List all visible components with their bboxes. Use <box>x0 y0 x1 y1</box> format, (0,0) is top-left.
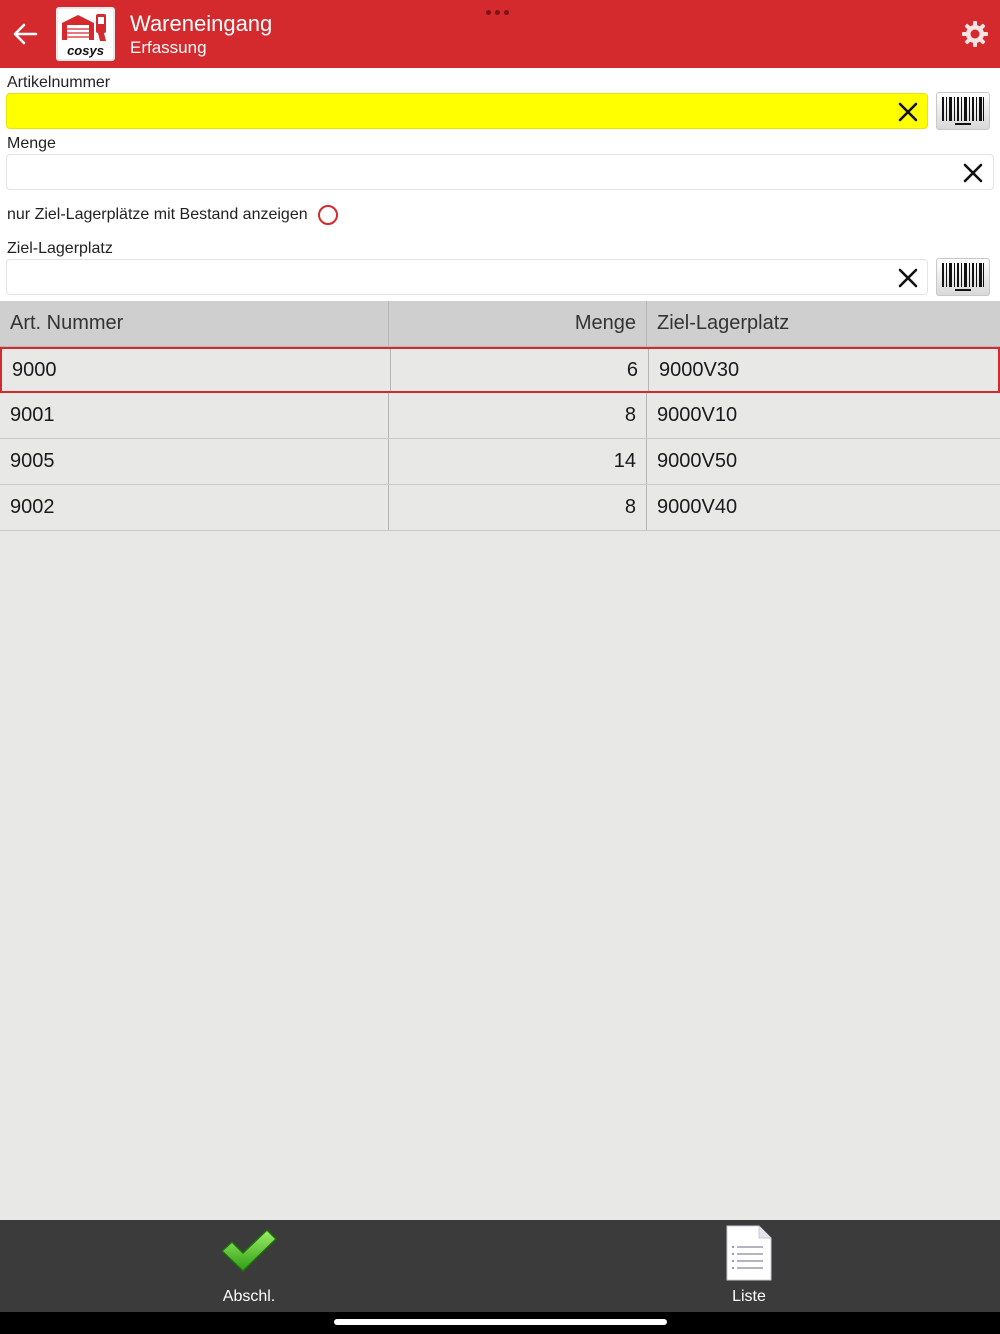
arrow-left-icon <box>13 23 38 45</box>
list-button[interactable]: Liste <box>649 1220 849 1312</box>
settings-button[interactable] <box>960 19 990 49</box>
checkmark-icon <box>221 1229 277 1272</box>
quantity-label: Menge <box>7 135 56 152</box>
home-indicator-area <box>0 1312 1000 1334</box>
cell-article: 9000 <box>2 349 391 391</box>
target-location-input[interactable] <box>7 260 927 294</box>
cell-quantity: 8 <box>389 393 647 438</box>
logo-text: cosys <box>67 43 104 58</box>
quantity-field <box>6 154 994 190</box>
barcode-icon <box>942 263 984 291</box>
close-icon <box>963 163 983 183</box>
page-title: Wareneingang <box>130 11 273 36</box>
cell-location: 9000V50 <box>657 450 738 472</box>
home-indicator[interactable] <box>334 1319 667 1325</box>
article-number-field <box>6 93 928 129</box>
article-number-clear-button[interactable] <box>895 99 921 125</box>
table-row[interactable]: 9001 8 9000V10 <box>0 393 1000 439</box>
cell-quantity: 14 <box>389 439 647 484</box>
window-handle-dots[interactable] <box>486 10 509 15</box>
document-list-icon <box>726 1225 772 1281</box>
cell-location: 9000V30 <box>659 358 740 381</box>
cell-article: 9005 <box>0 439 389 484</box>
cell-quantity: 6 <box>391 349 649 391</box>
table-header: Art. Nummer Menge Ziel-Lagerplatz <box>0 301 1000 347</box>
target-location-clear-button[interactable] <box>895 265 921 291</box>
column-header-location[interactable]: Ziel-Lagerplatz <box>647 301 1000 346</box>
gear-icon <box>962 21 988 47</box>
quantity-clear-button[interactable] <box>960 160 986 186</box>
cell-article: 9001 <box>0 393 389 438</box>
close-icon <box>898 102 918 122</box>
article-number-label: Artikelnummer <box>7 74 111 91</box>
column-header-quantity[interactable]: Menge <box>389 301 647 346</box>
cell-article: 9002 <box>0 485 389 530</box>
quantity-input[interactable] <box>7 155 993 189</box>
target-location-field <box>6 259 928 295</box>
barcode-icon <box>942 97 984 125</box>
table-row[interactable]: 9005 14 9000V50 <box>0 439 1000 485</box>
back-button[interactable] <box>10 20 40 48</box>
finish-button[interactable]: Abschl. <box>149 1220 349 1312</box>
app-logo: cosys <box>56 7 115 61</box>
table-row[interactable]: 9002 8 9000V40 <box>0 485 1000 531</box>
page-subtitle: Erfassung <box>130 38 207 57</box>
article-number-input[interactable] <box>7 94 927 128</box>
cell-location: 9000V40 <box>657 496 738 518</box>
items-table: Art. Nummer Menge Ziel-Lagerplatz 9000 6… <box>0 301 1000 1220</box>
cell-location: 9000V10 <box>657 404 738 426</box>
stock-only-radio[interactable] <box>317 205 338 225</box>
column-header-article[interactable]: Art. Nummer <box>0 301 389 346</box>
cell-quantity: 8 <box>389 485 647 530</box>
close-icon <box>898 268 918 288</box>
finish-button-label: Abschl. <box>222 1288 276 1305</box>
article-number-scan-button[interactable] <box>936 92 990 130</box>
stock-only-toggle-label: nur Ziel-Lagerplätze mit Bestand anzeige… <box>7 206 308 223</box>
list-button-label: Liste <box>732 1288 766 1305</box>
app-header: cosys Wareneingang Erfassung <box>0 0 1000 68</box>
bottom-toolbar: Abschl. Liste <box>0 1220 1000 1312</box>
stock-only-toggle-row: nur Ziel-Lagerplätze mit Bestand anzeige… <box>7 203 338 227</box>
target-location-label: Ziel-Lagerplatz <box>7 240 113 257</box>
target-location-scan-button[interactable] <box>936 258 990 296</box>
table-row[interactable]: 9000 6 9000V30 <box>0 347 1000 393</box>
